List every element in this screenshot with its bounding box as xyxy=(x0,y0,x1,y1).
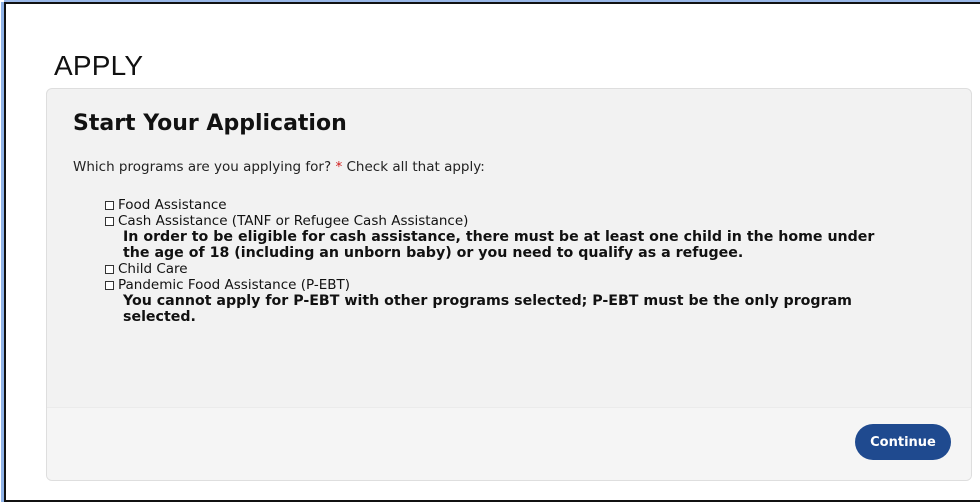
child-care-label[interactable]: Child Care xyxy=(118,261,188,277)
cash-assistance-note: In order to be eligible for cash assista… xyxy=(123,229,875,261)
pebt-checkbox[interactable] xyxy=(105,280,114,290)
window-frame: APPLY Start Your Application Which progr… xyxy=(4,2,980,502)
question-text: Which programs are you applying for? xyxy=(73,159,332,175)
option-pebt[interactable]: Pandemic Food Assistance (P-EBT) xyxy=(105,277,905,293)
pebt-note: You cannot apply for P-EBT with other pr… xyxy=(123,293,852,325)
child-care-checkbox[interactable] xyxy=(105,264,114,274)
application-card: Start Your Application Which programs ar… xyxy=(46,88,972,481)
continue-button[interactable]: Continue xyxy=(855,424,951,460)
program-options: Food Assistance Cash Assistance (TANF or… xyxy=(105,197,905,325)
programs-question: Which programs are you applying for? * C… xyxy=(73,159,485,175)
option-child-care[interactable]: Child Care xyxy=(105,261,905,277)
food-assistance-checkbox[interactable] xyxy=(105,200,114,210)
pebt-label[interactable]: Pandemic Food Assistance (P-EBT) xyxy=(118,277,350,293)
card-footer: Continue xyxy=(47,407,971,480)
food-assistance-label[interactable]: Food Assistance xyxy=(118,197,227,213)
required-asterisk: * xyxy=(335,159,343,175)
page-title: APPLY xyxy=(54,50,144,81)
cash-assistance-label[interactable]: Cash Assistance (TANF or Refugee Cash As… xyxy=(118,213,468,229)
option-cash-assistance[interactable]: Cash Assistance (TANF or Refugee Cash As… xyxy=(105,213,905,229)
cash-assistance-checkbox[interactable] xyxy=(105,216,114,226)
option-food-assistance[interactable]: Food Assistance xyxy=(105,197,905,213)
question-hint: Check all that apply: xyxy=(346,159,485,175)
card-heading: Start Your Application xyxy=(73,111,347,136)
